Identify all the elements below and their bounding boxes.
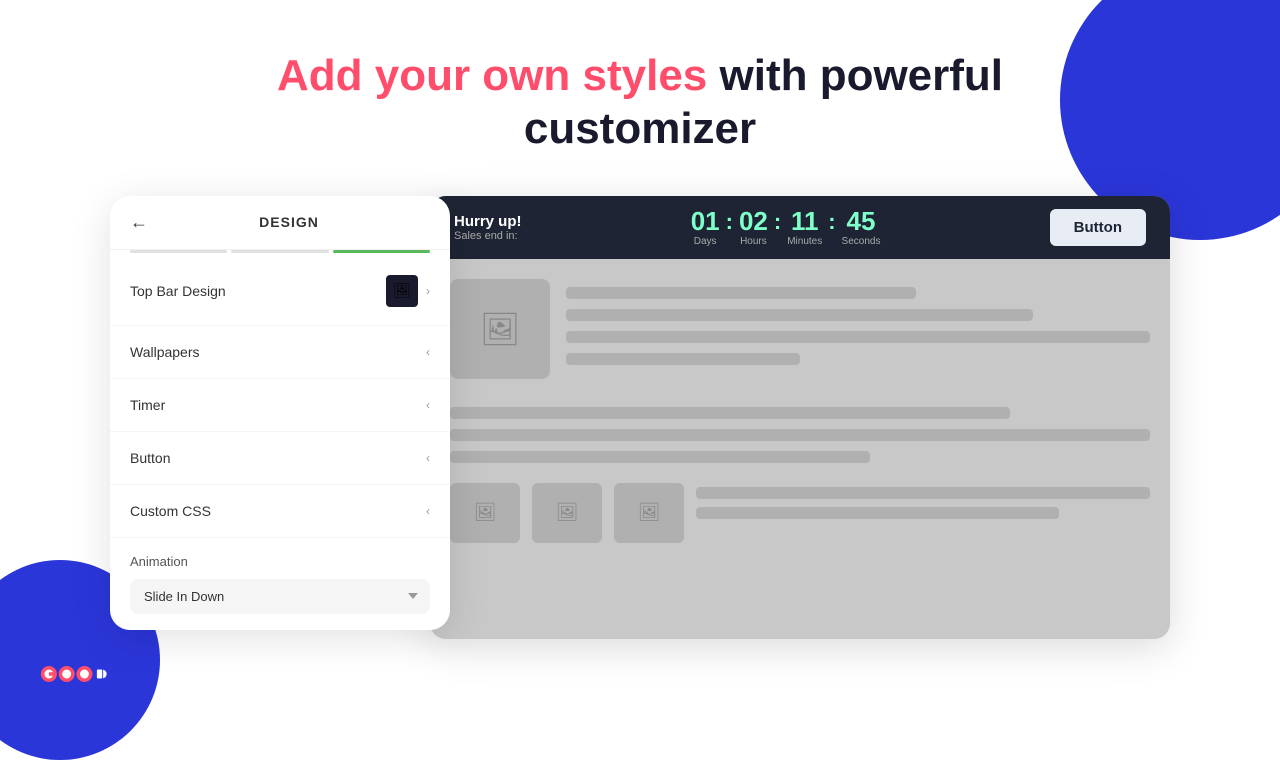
animation-section: Animation Slide In Down Slide In Up Fade… [110, 538, 450, 630]
panels-container: ← DESIGN Top Bar Design 🖼 › [110, 196, 1170, 639]
headline-normal: with powerful [707, 51, 1003, 100]
timer-seconds-label: Seconds [842, 236, 881, 247]
chevron-right-icon: › [426, 284, 430, 298]
sales-end-text: Sales end in: [454, 230, 522, 242]
preview-thumb-3: 🖼 [614, 483, 684, 543]
row-label-button: Button [130, 450, 170, 466]
preview-text-line-6 [450, 429, 1150, 441]
preview-panel: Hurry up! Sales end in: 01 Days : 02 Hou… [430, 196, 1170, 639]
progress-bar [110, 250, 450, 257]
timer-days-label: Days [694, 236, 717, 247]
preview-text-line-7 [450, 451, 870, 463]
preview-text-lines-2 [450, 399, 1150, 463]
timer-colon-2: : [774, 209, 781, 235]
panel-row-button[interactable]: Button ‹ [110, 432, 450, 485]
preview-thumb-2: 🖼 [532, 483, 602, 543]
timer-unit-minutes: 11 Minutes [787, 208, 822, 247]
design-panel: ← DESIGN Top Bar Design 🖼 › [110, 196, 450, 630]
countdown-timer: 01 Days : 02 Hours : 11 Minutes : [691, 208, 881, 247]
thumbnail-box: 🖼 [386, 275, 418, 307]
page-preview: 🖼 [430, 259, 1170, 639]
timer-seconds-number: 45 [847, 208, 876, 234]
preview-text-line-1 [566, 287, 916, 299]
preview-text-line-2 [566, 309, 1033, 321]
chevron-right-icon-custom-css: ‹ [426, 504, 430, 518]
chevron-right-icon-timer: ‹ [426, 398, 430, 412]
preview-image-placeholder: 🖼 [450, 279, 550, 379]
animation-label: Animation [130, 554, 430, 569]
countdown-cta-button[interactable]: Button [1050, 209, 1146, 246]
back-button[interactable]: ← [130, 212, 148, 233]
preview-text-line-9 [696, 507, 1059, 519]
row-right-top-bar-design: 🖼 › [386, 275, 430, 307]
timer-unit-days: 01 Days [691, 208, 720, 247]
timer-days-number: 01 [691, 208, 720, 234]
preview-text-line-8 [696, 487, 1150, 499]
timer-unit-hours: 02 Hours [739, 208, 768, 247]
preview-content-row-1: 🖼 [450, 279, 1150, 379]
logo [40, 656, 120, 692]
headline-highlight: Add your own styles [277, 51, 707, 100]
thumbnail-icon: 🖼 [393, 282, 411, 299]
preview-thumb-icon-2: 🖼 [556, 502, 579, 523]
panel-row-custom-css[interactable]: Custom CSS ‹ [110, 485, 450, 538]
preview-text-line-4 [566, 353, 800, 365]
timer-minutes-label: Minutes [787, 236, 822, 247]
headline: Add your own styles with powerful custom… [277, 50, 1003, 156]
progress-segment-3 [333, 250, 430, 253]
panel-title: DESIGN [148, 214, 430, 230]
timer-hours-label: Hours [740, 236, 767, 247]
preview-text-line-3 [566, 331, 1150, 343]
preview-text-lines [566, 279, 1150, 379]
panel-row-timer[interactable]: Timer ‹ [110, 379, 450, 432]
preview-side-lines [696, 483, 1150, 543]
timer-colon-3: : [828, 209, 835, 235]
logo-container [40, 656, 120, 692]
headline-line2: customizer [524, 104, 756, 153]
chevron-right-icon-wallpapers: ‹ [426, 345, 430, 359]
panel-header: ← DESIGN [110, 196, 450, 250]
preview-bottom-row: 🖼 🖼 🖼 [450, 483, 1150, 543]
timer-colon-1: : [726, 209, 733, 235]
hurry-text: Hurry up! [454, 213, 522, 230]
row-label-wallpapers: Wallpapers [130, 344, 200, 360]
countdown-left: Hurry up! Sales end in: [454, 213, 522, 242]
progress-segment-1 [130, 250, 227, 253]
progress-segment-2 [231, 250, 328, 253]
animation-select[interactable]: Slide In Down Slide In Up Fade In Bounce… [130, 579, 430, 614]
row-label-top-bar-design: Top Bar Design [130, 283, 226, 299]
preview-image-icon: 🖼 [480, 310, 521, 348]
row-label-timer: Timer [130, 397, 165, 413]
chevron-right-icon-button: ‹ [426, 451, 430, 465]
timer-unit-seconds: 45 Seconds [842, 208, 881, 247]
panel-row-top-bar-design[interactable]: Top Bar Design 🖼 › [110, 257, 450, 326]
timer-minutes-number: 11 [791, 208, 819, 234]
preview-thumb-icon-1: 🖼 [474, 502, 497, 523]
preview-content-row-2 [450, 399, 1150, 463]
timer-hours-number: 02 [739, 208, 768, 234]
preview-thumb-icon-3: 🖼 [638, 502, 661, 523]
row-label-custom-css: Custom CSS [130, 503, 211, 519]
preview-thumb-1: 🖼 [450, 483, 520, 543]
countdown-bar: Hurry up! Sales end in: 01 Days : 02 Hou… [430, 196, 1170, 259]
preview-text-line-5 [450, 407, 1010, 419]
panel-row-wallpapers[interactable]: Wallpapers ‹ [110, 326, 450, 379]
panel-body: Top Bar Design 🖼 › Wallpapers ‹ Timer [110, 257, 450, 630]
